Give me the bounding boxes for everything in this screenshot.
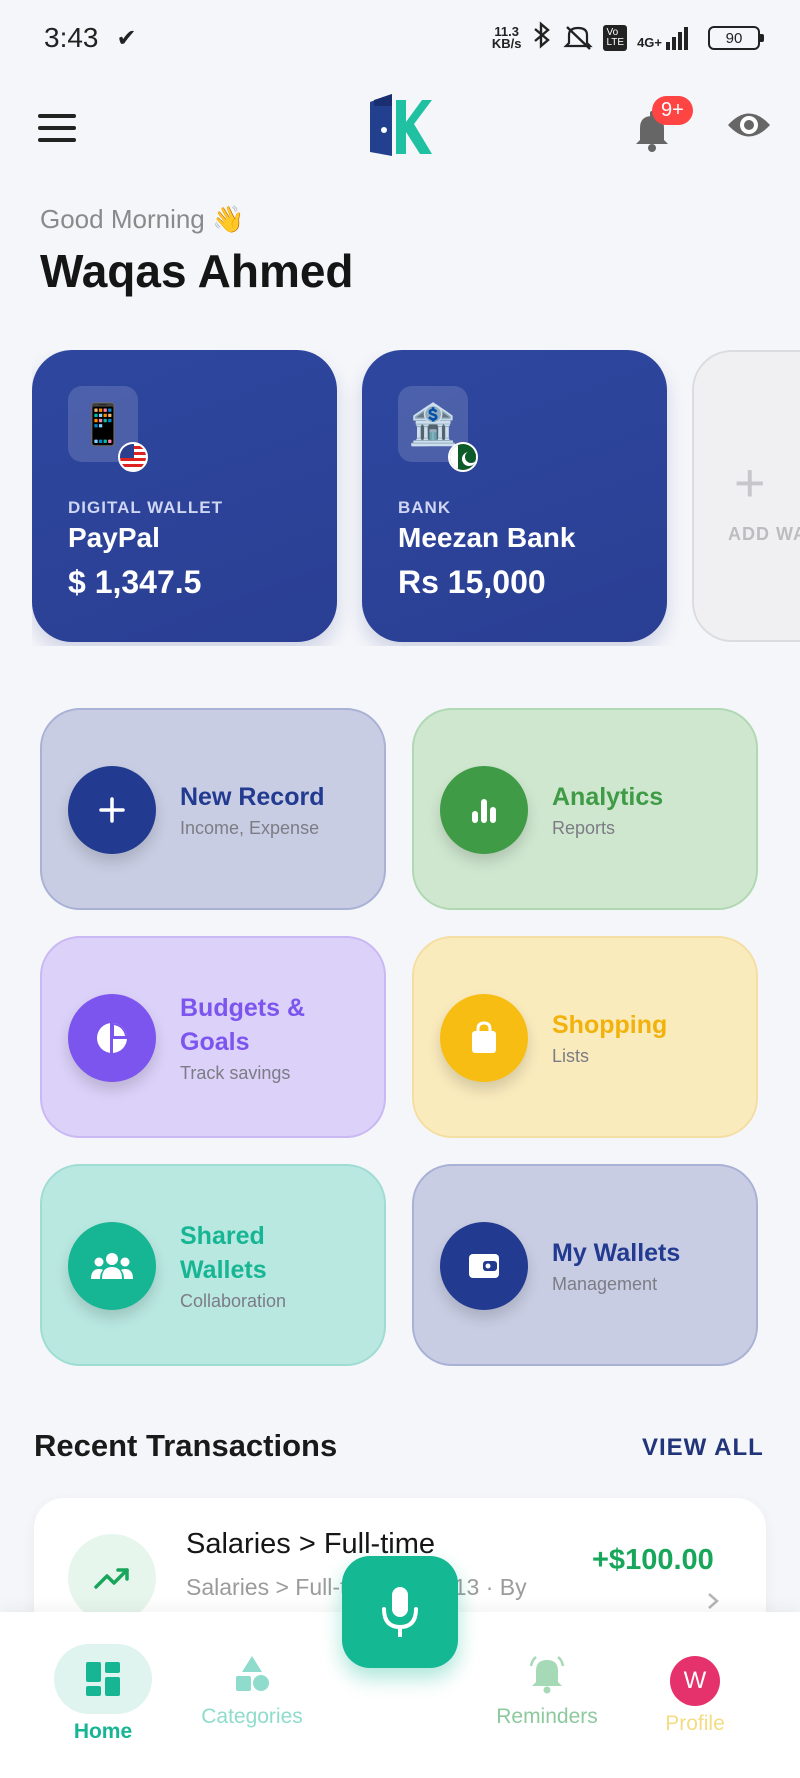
pie-chart-icon bbox=[68, 994, 156, 1082]
bell-ring-icon bbox=[529, 1656, 565, 1694]
nav-reminders[interactable]: Reminders bbox=[492, 1654, 602, 1729]
visibility-eye-icon[interactable] bbox=[726, 108, 772, 147]
volte-icon: Vo LTE bbox=[603, 25, 628, 51]
categories-icon bbox=[236, 1656, 269, 1691]
wallet-balance: Rs 15,000 bbox=[398, 564, 546, 600]
tile-title: Shopping bbox=[552, 1010, 668, 1039]
tile-title: New Record bbox=[180, 782, 325, 811]
shopping-bag-icon bbox=[440, 994, 528, 1082]
status-time: 3:43 bbox=[44, 22, 99, 53]
trending-up-icon bbox=[68, 1534, 156, 1622]
microphone-icon bbox=[382, 1587, 418, 1637]
bar-chart-icon bbox=[440, 766, 528, 854]
plus-icon: + bbox=[734, 453, 766, 513]
recent-transactions-heading: Recent Transactions bbox=[34, 1428, 338, 1463]
tile-title: Analytics bbox=[552, 782, 664, 811]
group-icon bbox=[68, 1222, 156, 1310]
add-wallet-label: ADD WALLET bbox=[728, 524, 800, 544]
wallet-type: BANK bbox=[398, 498, 452, 517]
voice-input-button[interactable] bbox=[342, 1556, 458, 1668]
nav-home-label: Home bbox=[73, 1720, 133, 1743]
tile-subtitle: Management bbox=[552, 1273, 658, 1294]
new-record-tile[interactable]: New Record Income, Expense bbox=[40, 708, 386, 910]
wallet-icon bbox=[440, 1222, 528, 1310]
notification-badge: 9+ bbox=[652, 96, 693, 125]
nav-profile-label: Profile bbox=[665, 1712, 725, 1735]
battery-icon: 90 bbox=[708, 26, 764, 50]
tile-subtitle: Collaboration bbox=[180, 1290, 287, 1311]
user-name: Waqas Ahmed bbox=[40, 245, 354, 297]
tile-title: Shared Wallets bbox=[180, 1221, 267, 1284]
budgets-goals-tile[interactable]: Budgets & Goals Track savings bbox=[40, 936, 386, 1138]
nav-profile[interactable]: W Profile bbox=[650, 1656, 740, 1736]
view-all-link[interactable]: VIEW ALL bbox=[642, 1434, 764, 1462]
app-logo bbox=[366, 92, 434, 160]
status-bar: 3:43 ✔ 11.3 KB/s Vo LTE 4G+ 90 bbox=[0, 0, 800, 76]
nav-categories-label: Categories bbox=[201, 1705, 303, 1728]
tile-title: My Wallets bbox=[552, 1238, 681, 1267]
dashboard-icon bbox=[86, 1662, 120, 1696]
wallet-type: DIGITAL WALLET bbox=[68, 498, 224, 517]
tile-subtitle: Track savings bbox=[180, 1062, 291, 1083]
analytics-tile[interactable]: Analytics Reports bbox=[412, 708, 758, 910]
wallet-balance: $ 1,347.5 bbox=[68, 564, 202, 600]
signal-icon: 4G+ bbox=[637, 26, 688, 50]
menu-icon[interactable] bbox=[38, 114, 76, 142]
my-wallets-tile[interactable]: My Wallets Management bbox=[412, 1164, 758, 1366]
wallet-card-meezan-bank[interactable]: 🏦 BANK Meezan Bank Rs 15,000 bbox=[362, 350, 667, 642]
nav-home[interactable]: Home bbox=[54, 1644, 152, 1744]
tile-subtitle: Income, Expense bbox=[180, 817, 320, 838]
shopping-tile[interactable]: Shopping Lists bbox=[412, 936, 758, 1138]
wallet-name: Meezan Bank bbox=[398, 522, 576, 553]
shared-wallets-tile[interactable]: Shared Wallets Collaboration bbox=[40, 1164, 386, 1366]
tile-title: Budgets & Goals bbox=[180, 993, 305, 1056]
bluetooth-icon bbox=[531, 20, 553, 56]
mute-icon bbox=[563, 23, 594, 54]
check-icon: ✔ bbox=[116, 24, 137, 52]
add-wallet-card[interactable]: + ADD WALLET bbox=[692, 350, 800, 642]
network-speed: 11.3 KB/s bbox=[491, 24, 522, 51]
app-header: 9+ bbox=[0, 86, 800, 166]
pk-flag-icon bbox=[448, 442, 478, 472]
tile-subtitle: Lists bbox=[552, 1045, 590, 1066]
us-flag-icon bbox=[118, 442, 148, 472]
avatar: W bbox=[670, 1656, 720, 1706]
plus-icon bbox=[68, 766, 156, 854]
transaction-amount: +$100.00 bbox=[592, 1544, 714, 1576]
greeting-text: Good Morning 👋 bbox=[40, 204, 245, 234]
wallet-card-paypal[interactable]: 📱 DIGITAL WALLET PayPal $ 1,347.5 bbox=[32, 350, 337, 642]
nav-categories[interactable]: Categories bbox=[192, 1654, 312, 1729]
wallet-name: PayPal bbox=[68, 522, 160, 553]
nav-reminders-label: Reminders bbox=[496, 1705, 598, 1728]
wallet-carousel[interactable]: 📱 DIGITAL WALLET PayPal $ 1,347.5 🏦 BANK… bbox=[32, 350, 800, 646]
tile-subtitle: Reports bbox=[552, 817, 616, 838]
